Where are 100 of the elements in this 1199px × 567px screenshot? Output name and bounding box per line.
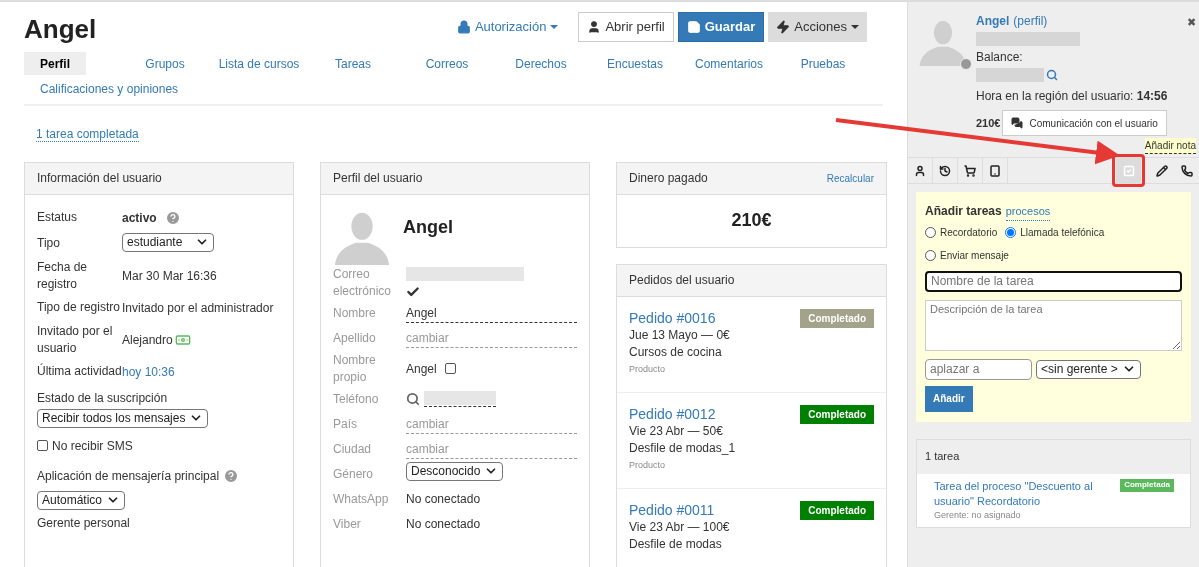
select-field[interactable]: Recibir todos los mensajes <box>37 408 209 428</box>
tab[interactable]: Tareas <box>319 52 387 75</box>
user-icon <box>587 20 602 34</box>
select-field[interactable]: estudiante <box>122 232 214 252</box>
order-date: Vie 23 Abr — 50€ <box>629 422 724 440</box>
task-link[interactable]: Tarea del proceso "Descuento al usuario" Recordatorio <box>934 478 1113 509</box>
order-link[interactable]: Pedido #0012 <box>629 404 736 423</box>
order-link[interactable]: Pedido #0011 <box>629 500 730 519</box>
radio-button[interactable] <box>925 226 936 238</box>
activity-link[interactable]: hoy 10:36 <box>122 362 281 381</box>
field-label: Teléfono <box>333 390 380 408</box>
radio-label: Enviar mensaje <box>940 248 1009 263</box>
tab[interactable]: Perfil <box>24 52 86 75</box>
search-icon <box>1046 69 1058 81</box>
processes-link[interactable]: procesos <box>1005 203 1051 221</box>
field-label: Correo electrónico <box>333 265 393 300</box>
dropdown-button[interactable]: Acciones <box>768 12 867 42</box>
status-badge: Completada <box>1120 478 1174 492</box>
radio-button[interactable] <box>1005 226 1017 238</box>
add-note-link[interactable]: Añadir nota <box>1144 138 1196 154</box>
field-label: Estatus <box>37 209 79 226</box>
user-name-link[interactable]: Angel <box>976 12 1010 30</box>
tab[interactable]: Derechos <box>499 52 583 75</box>
radio-label: Recordatorio <box>940 225 998 240</box>
tab[interactable]: Comentarios <box>679 52 779 75</box>
add-task-button[interactable]: Añadir <box>925 385 973 412</box>
help-icon <box>164 209 181 226</box>
chat-button[interactable]: Comunicación con el usuario <box>1002 110 1167 136</box>
card-title: Información del usuario <box>37 170 162 187</box>
task-description-input[interactable]: Descripción de la tarea <box>925 299 1182 351</box>
change-link[interactable]: cambiar <box>406 439 577 459</box>
field-label: Género <box>333 465 375 483</box>
recalculate-link[interactable]: Recalcular <box>826 170 874 186</box>
completed-tasks-link[interactable]: 1 tarea completada <box>36 127 139 142</box>
header-button[interactable]: Abrir perfil <box>578 12 674 42</box>
tab[interactable]: Lista de cursos <box>202 52 316 75</box>
field-label: Nombre propio <box>333 351 377 386</box>
form-title: Añadir tareas <box>925 203 1002 220</box>
task-name-input[interactable]: Nombre de la tarea <box>925 270 1182 292</box>
field-label: Fecha de registro <box>37 258 89 293</box>
status-value: activo <box>122 209 157 227</box>
field-label: Viber <box>333 515 362 533</box>
status-badge: Completado <box>800 308 874 328</box>
tab[interactable]: Grupos <box>129 52 201 75</box>
checkbox[interactable] <box>37 440 48 451</box>
field-label: Gerente personal <box>37 514 131 532</box>
pencil-icon <box>1155 164 1168 177</box>
dropdown-link[interactable]: Autorización <box>448 17 567 37</box>
save-icon <box>686 20 701 34</box>
postpone-input[interactable]: aplazar a <box>925 358 1032 380</box>
page-title: Angel <box>24 13 97 42</box>
redacted-bar <box>976 68 1044 82</box>
card-title: Perfil del usuario <box>333 170 423 187</box>
tab[interactable]: Encuestas <box>590 52 679 75</box>
task-count: 1 tarea <box>925 449 960 465</box>
field-label: Aplicación de mensajería principal <box>37 467 220 485</box>
order-type: Producto <box>629 458 667 472</box>
status-badge: Completado <box>800 500 874 520</box>
caret-icon <box>851 25 859 29</box>
phone-field[interactable] <box>424 391 496 407</box>
checkbox[interactable] <box>444 363 456 374</box>
select-field[interactable]: <sin gerente > <box>1036 359 1141 379</box>
close-icon[interactable]: ✖ <box>1187 14 1196 31</box>
check-icon <box>406 284 420 299</box>
search-icon <box>406 392 420 406</box>
field-label: Tipo de registro <box>37 299 121 316</box>
tablet-icon <box>989 164 1001 177</box>
name-link[interactable]: Angel <box>406 303 577 323</box>
order-product: Cursos de cocina <box>629 343 723 361</box>
select-field[interactable]: Automático <box>37 490 126 510</box>
header-button[interactable]: Guardar <box>677 12 765 42</box>
chat-icon <box>1011 117 1024 129</box>
field-value: Alejandro <box>122 331 173 349</box>
tab[interactable]: Correos <box>409 52 485 75</box>
field-label: Última actividad <box>37 363 122 378</box>
order-date: Vie 23 Abr — 100€ <box>629 518 730 536</box>
field-value: No conectado <box>406 491 482 508</box>
card-title: Dinero pagado <box>629 170 708 187</box>
order-type: Producto <box>629 362 667 376</box>
tab[interactable]: Calificaciones y opiniones <box>24 77 195 100</box>
balance-label: Balance: <box>976 49 1024 66</box>
tab[interactable]: Pruebas <box>784 52 862 75</box>
field-label: Estado de la suscripción <box>37 389 169 407</box>
history-icon <box>939 164 951 177</box>
order-link[interactable]: Pedido #0016 <box>629 308 730 327</box>
change-link[interactable]: cambiar <box>406 414 577 434</box>
field-value: Mar 30 Mar 16:36 <box>122 267 218 285</box>
task-manager: Gerente: no asignado <box>934 508 1022 522</box>
order-product: Desfile de modas_1 <box>629 439 736 457</box>
profile-name: Angel <box>403 216 453 239</box>
lightning-icon <box>776 20 791 34</box>
change-link[interactable]: cambiar <box>406 328 577 348</box>
field-label: Ciudad <box>333 440 373 458</box>
phone-icon <box>1180 164 1193 177</box>
profile-link[interactable]: (perfil) <box>1013 12 1048 30</box>
field-label: Apellido <box>333 329 377 347</box>
radio-button[interactable] <box>925 249 936 261</box>
checkbox-icon <box>1122 164 1135 177</box>
select-field[interactable]: Desconocido <box>406 461 504 481</box>
field-label: WhatsApp <box>333 490 390 508</box>
